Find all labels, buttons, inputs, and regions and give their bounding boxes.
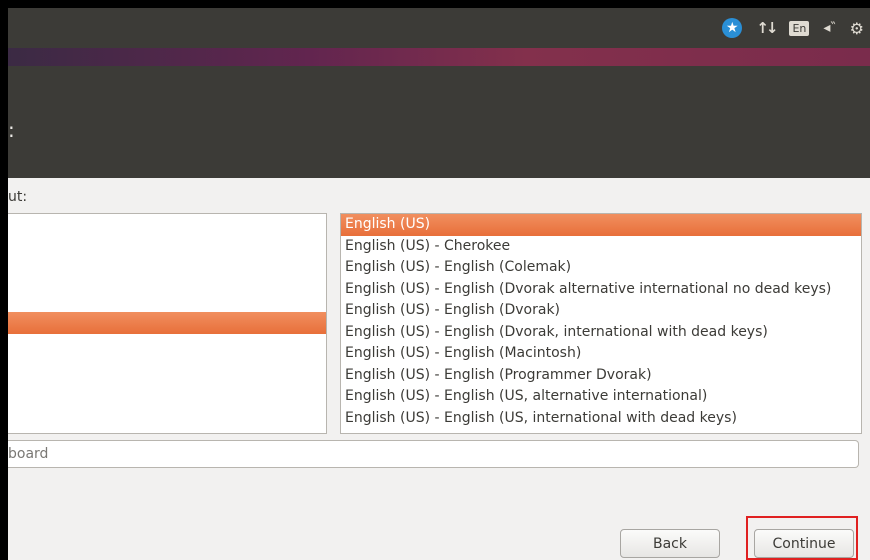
variant-item[interactable]: English (US) - English (Dvorak alternati… xyxy=(341,279,861,301)
sound-icon[interactable]: ◂‶ xyxy=(823,20,835,36)
layout-list[interactable] xyxy=(8,213,327,434)
network-icon[interactable]: ↑↓ xyxy=(756,19,778,37)
page-header: : xyxy=(8,66,870,178)
installer-window: ★ ↑↓ En ◂‶ ⚙ : ut: English (US) English … xyxy=(8,8,870,560)
layout-list-selected-item[interactable] xyxy=(8,312,326,334)
back-button[interactable]: Back xyxy=(620,529,720,558)
decorative-band xyxy=(8,48,870,66)
variant-item[interactable]: English (US) - English (US, alternative … xyxy=(341,386,861,408)
keyboard-test-input[interactable] xyxy=(8,440,859,468)
variant-item[interactable]: English (US) - English (Dvorak) xyxy=(341,300,861,322)
variant-item[interactable]: English (US) - English (Programmer Dvora… xyxy=(341,365,861,387)
top-panel: ★ ↑↓ En ◂‶ ⚙ xyxy=(8,8,870,48)
continue-highlight-box xyxy=(746,516,858,560)
page-title: : xyxy=(8,118,15,142)
variant-item[interactable]: English (US) - Cherokee xyxy=(341,236,861,258)
variant-item[interactable]: English (US) - English (Colemak) xyxy=(341,257,861,279)
variant-item[interactable]: English (US) - English (Macintosh) xyxy=(341,343,861,365)
keyboard-language-icon[interactable]: En xyxy=(789,20,810,36)
layout-label: ut: xyxy=(8,189,28,205)
settings-gear-icon[interactable]: ⚙ xyxy=(850,19,864,38)
panel-indicators: ★ ↑↓ En ◂‶ ⚙ xyxy=(722,8,870,48)
variant-item[interactable]: English (US) xyxy=(341,214,861,236)
accessibility-icon[interactable]: ★ xyxy=(722,18,743,38)
variant-item[interactable]: English (US) - English (US, internationa… xyxy=(341,408,861,430)
variant-list[interactable]: English (US) English (US) - Cherokee Eng… xyxy=(340,213,862,434)
variant-item[interactable]: English (US) - English (Dvorak, internat… xyxy=(341,322,861,344)
